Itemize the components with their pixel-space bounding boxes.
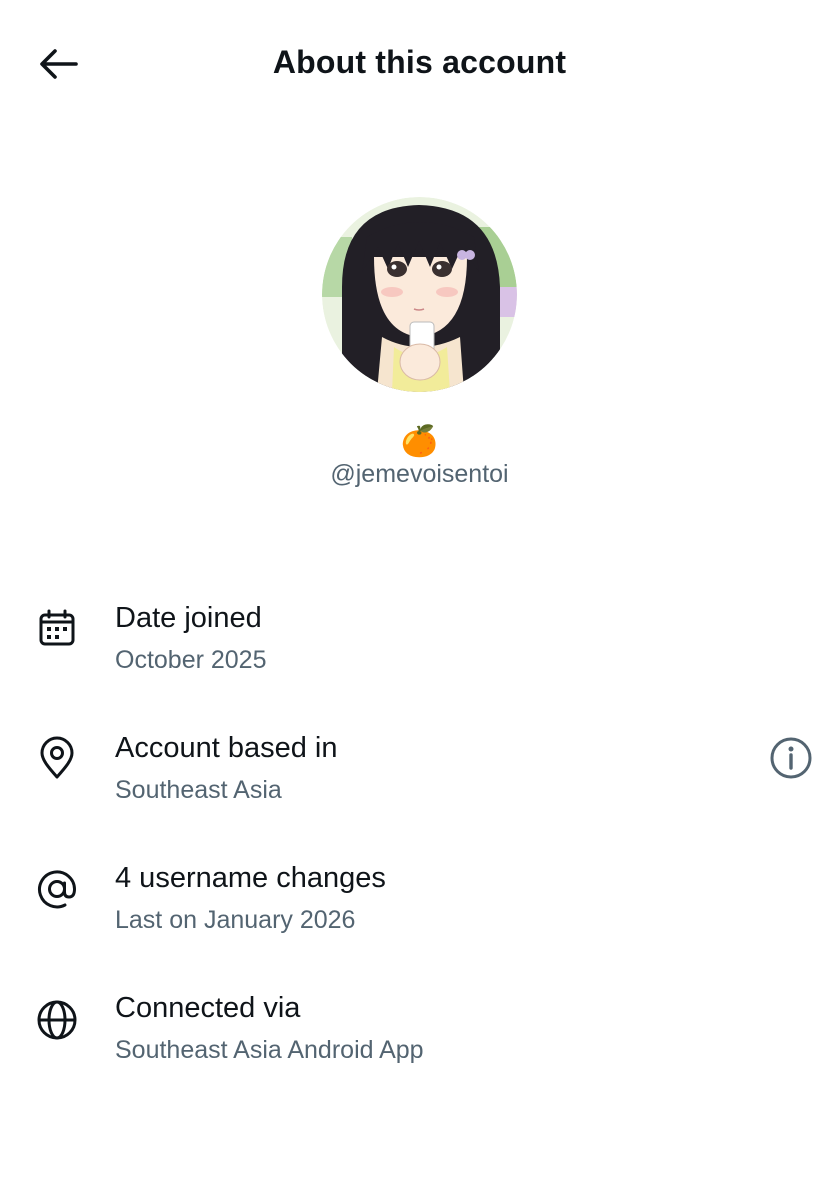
profile-handle: @jemevoisentoi — [330, 460, 509, 488]
date-joined-title: Date joined — [115, 602, 262, 634]
account-based-in-value: Southeast Asia — [115, 776, 282, 804]
profile-emoji: 🍊 — [400, 425, 439, 458]
location-pin-icon — [34, 735, 80, 781]
connected-via-title: Connected via — [115, 992, 301, 1024]
row-connected-via: Connected via Southeast Asia Android App — [0, 980, 839, 1090]
top-app-bar: About this account — [0, 0, 839, 134]
info-button[interactable] — [763, 732, 819, 788]
avatar[interactable] — [322, 197, 517, 392]
row-account-based-in: Account based in Southeast Asia — [0, 720, 839, 830]
row-date-joined: Date joined October 2025 — [0, 590, 839, 700]
username-changes-title: 4 username changes — [115, 862, 386, 894]
connected-via-value: Southeast Asia Android App — [115, 1036, 424, 1064]
info-icon — [769, 736, 813, 785]
at-sign-icon — [34, 866, 80, 912]
globe-icon — [34, 997, 80, 1043]
account-based-in-title: Account based in — [115, 732, 338, 764]
row-username-changes: 4 username changes Last on January 2026 — [0, 850, 839, 960]
username-changes-value: Last on January 2026 — [115, 906, 356, 934]
date-joined-value: October 2025 — [115, 646, 267, 674]
page-title: About this account — [272, 44, 567, 80]
calendar-icon — [34, 605, 80, 651]
